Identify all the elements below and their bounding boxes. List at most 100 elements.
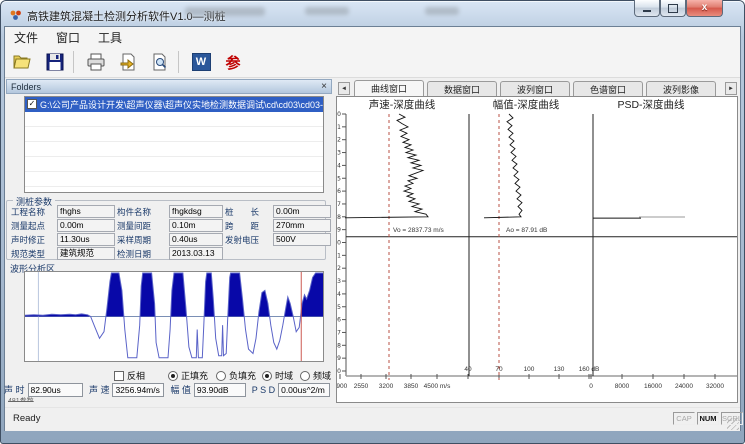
close-button[interactable]: x (686, 0, 723, 17)
folder-list-item[interactable]: ✓G:\公司产品设计开发\超声仪器\超声仪实地检测数据调试\cd\cd03\cd… (25, 97, 323, 112)
menu-item-0[interactable]: 文件 (5, 27, 47, 48)
param-label-10: 检测日期 (117, 248, 167, 260)
svg-text:5: 5 (337, 175, 341, 182)
param-label-1: 构件名称 (117, 206, 167, 218)
clipped-text: 481参数 (8, 396, 88, 402)
svg-text:32000: 32000 (706, 383, 724, 390)
word-report-button[interactable]: W (187, 49, 215, 75)
param-field-6[interactable]: 11.30us (57, 233, 115, 246)
svg-text:2550: 2550 (354, 383, 369, 390)
pile-params-grid: 工程名称fhghs构件名称fhgkdsg桩 长0.00m测量起点0.00m测量间… (11, 205, 331, 260)
waveform-options-row: 反相 正填充负填充 时域频域 (6, 369, 328, 381)
svg-text:6: 6 (337, 188, 341, 195)
param-field-5[interactable]: 270mm (273, 219, 331, 232)
empty-list-row (25, 172, 323, 187)
folders-panel-header[interactable]: Folders × (6, 79, 332, 94)
app-icon (10, 9, 23, 21)
measurement-values-row: 声 时82.90us声 速3256.94m/s幅 值93.90dBP S D0.… (4, 382, 330, 397)
param-field-3[interactable]: 0.00m (57, 219, 115, 232)
svg-text:160 dB: 160 dB (579, 366, 600, 373)
export-button[interactable] (114, 49, 142, 75)
param-field-1[interactable]: fhgkdsg (169, 205, 223, 218)
status-text: Ready (13, 413, 40, 424)
parameters-button[interactable]: 参 (219, 49, 247, 75)
param-field-7[interactable]: 0.40us (169, 233, 223, 246)
toolbar-separator (73, 51, 74, 73)
pile-params-group: 测桩参数 工程名称fhghs构件名称fhgkdsg桩 长0.00m测量起点0.0… (6, 200, 326, 260)
tab-scroll-right[interactable]: ► (725, 82, 737, 95)
svg-text:PSD-深度曲线: PSD-深度曲线 (617, 98, 685, 111)
maximize-button[interactable] (660, 0, 686, 17)
tab-scroll-left[interactable]: ◄ (338, 82, 350, 95)
tab-waveimage[interactable]: 波列影像 (646, 81, 716, 96)
radio-glyph (262, 371, 272, 381)
svg-text:8000: 8000 (615, 383, 630, 390)
param-field-9[interactable]: 建筑规范 (57, 247, 115, 260)
toggle-label: 时域 (275, 369, 293, 382)
open-button[interactable] (9, 49, 37, 75)
svg-text:17: 17 (337, 329, 341, 336)
svg-text:16000: 16000 (644, 383, 662, 390)
svg-text:2: 2 (337, 137, 341, 144)
svg-text:声速-深度曲线: 声速-深度曲线 (369, 98, 436, 111)
svg-text:24000: 24000 (675, 383, 693, 390)
param-field-4[interactable]: 0.10m (169, 219, 223, 232)
radio-2[interactable]: 负填充 (216, 369, 256, 382)
chart-tab-bar: ◄ 曲线窗口数据窗口波列窗口色谱窗口波列影像 ► (336, 80, 740, 97)
radio-glyph (216, 371, 226, 381)
toolbar: W 参 (5, 47, 740, 78)
checkbox-glyph (114, 371, 124, 381)
empty-list-row (25, 142, 323, 157)
svg-text:8: 8 (337, 214, 341, 221)
indicator-scrl: SCRL (721, 412, 743, 425)
svg-text:0: 0 (337, 111, 341, 118)
minimize-button[interactable] (634, 0, 660, 17)
folders-list[interactable]: ✓G:\公司产品设计开发\超声仪器\超声仪实地检测数据调试\cd\cd03\cd… (24, 96, 324, 193)
folders-close-icon[interactable]: × (321, 82, 327, 92)
svg-text:3200: 3200 (379, 383, 394, 390)
svg-text:3: 3 (337, 150, 341, 157)
floppy-disk-icon (46, 53, 64, 71)
svg-text:4500 m/s: 4500 m/s (424, 383, 451, 390)
param-label-0: 工程名称 (11, 206, 55, 218)
radio-3[interactable]: 时域 (262, 369, 293, 382)
print-button[interactable] (82, 49, 110, 75)
invert-checkbox[interactable]: 反相 (114, 369, 145, 382)
svg-text:11: 11 (337, 252, 341, 259)
indicator-num: NUM (697, 412, 719, 425)
radio-1[interactable]: 正填充 (168, 369, 208, 382)
page-export-icon (119, 53, 137, 71)
tab-curve-window[interactable]: 曲线窗口 (354, 80, 424, 96)
param-field-8[interactable]: 500V (273, 233, 331, 246)
item-checkbox[interactable]: ✓ (27, 99, 37, 109)
value-field-3[interactable]: 0.00us^2/m (278, 383, 330, 397)
param-label-8: 发射电压 (225, 234, 271, 246)
svg-text:18: 18 (337, 342, 341, 349)
radio-4[interactable]: 频域 (300, 369, 331, 382)
waveform-canvas[interactable] (24, 271, 324, 362)
charts-area: 01234567891011121314151617181920声速-深度曲线1… (336, 96, 738, 403)
value-field-2[interactable]: 93.90dB (194, 383, 246, 397)
menu-item-2[interactable]: 工具 (89, 27, 131, 48)
menu-item-1[interactable]: 窗口 (47, 27, 89, 48)
folder-path: G:\公司产品设计开发\超声仪器\超声仪实地检测数据调试\cd\cd03\cd0… (40, 98, 323, 111)
tab-colormap-window[interactable]: 色谱窗口 (573, 81, 643, 96)
value-field-1[interactable]: 3256.94m/s (112, 383, 164, 397)
param-field-2[interactable]: 0.00m (273, 205, 331, 218)
param-label-7: 采样周期 (117, 234, 167, 246)
param-field-0[interactable]: fhghs (57, 205, 115, 218)
tab-data-window[interactable]: 数据窗口 (427, 81, 497, 96)
indicator-cap: CAP (673, 412, 695, 425)
value-field-0[interactable]: 82.90us (28, 383, 83, 397)
close-icon: x (702, 3, 708, 13)
tab-wavelist-window[interactable]: 波列窗口 (500, 81, 570, 96)
svg-text:4: 4 (337, 162, 341, 169)
param-field-10[interactable]: 2013.03.13 (169, 247, 223, 260)
svg-text:7: 7 (337, 201, 341, 208)
title-bar[interactable]: 高铁建筑混凝土检测分析软件V1.0—测桩 (5, 2, 740, 27)
save-button[interactable] (41, 49, 69, 75)
menu-bar: 文件窗口工具 (5, 27, 740, 48)
preview-button[interactable] (146, 49, 174, 75)
svg-text:100: 100 (524, 366, 535, 373)
svg-text:15: 15 (337, 304, 341, 311)
